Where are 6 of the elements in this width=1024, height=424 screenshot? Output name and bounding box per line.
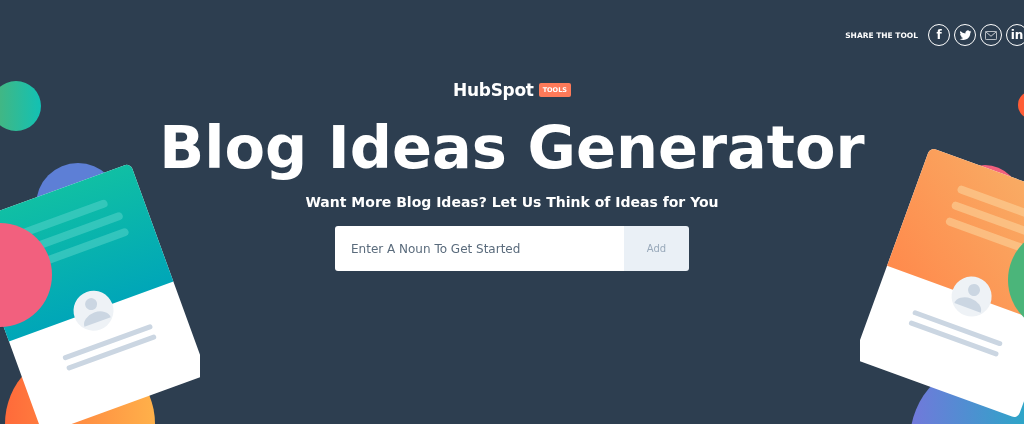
bird-icon xyxy=(958,28,972,42)
subtitle: Want More Blog Ideas? Let Us Think of Ideas for You xyxy=(305,194,719,210)
noun-input-field[interactable]: Enter A Noun To Get Started xyxy=(335,226,624,271)
page-title: Blog Ideas Generator xyxy=(159,112,865,184)
envelope-icon xyxy=(985,30,997,40)
logo: HubSpot xyxy=(453,80,534,100)
